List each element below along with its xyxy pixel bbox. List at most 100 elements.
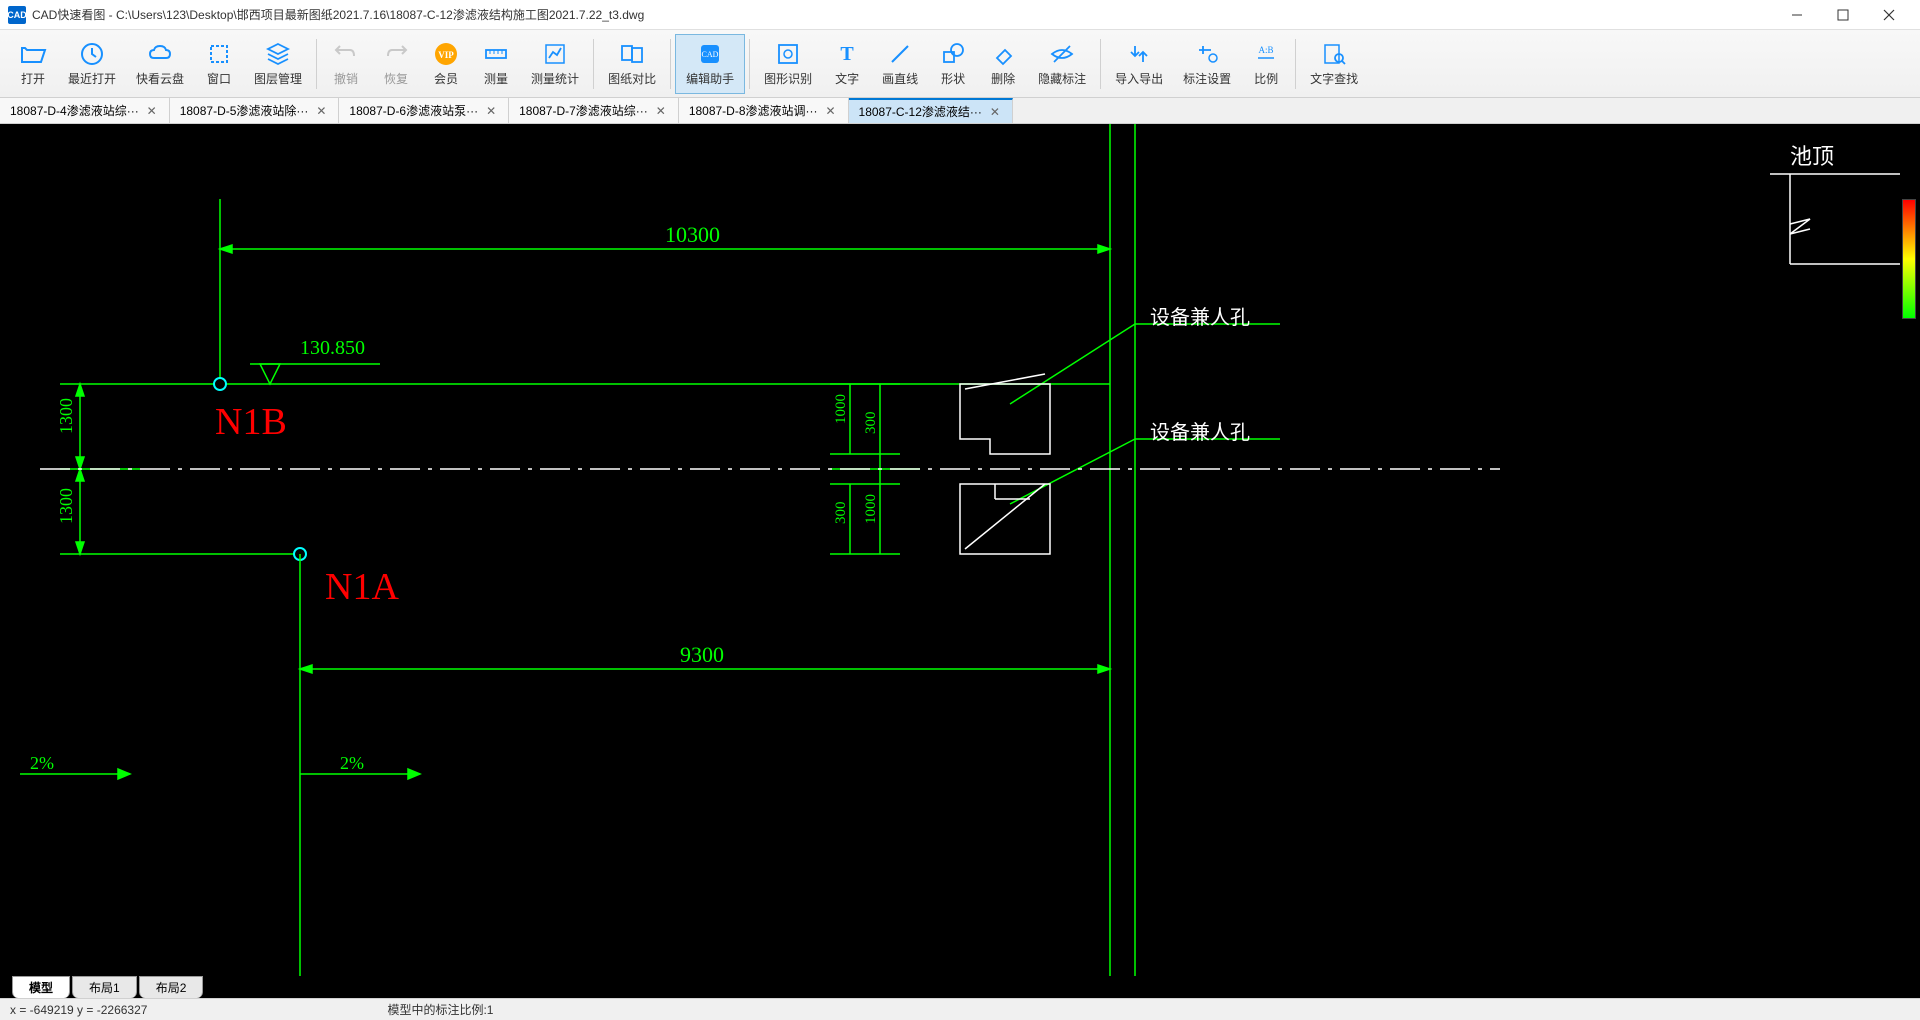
document-tab[interactable]: 18087-C-12渗滤液结···✕	[849, 98, 1013, 123]
close-icon[interactable]: ✕	[654, 104, 668, 118]
open-button[interactable]: 打开	[8, 34, 58, 94]
text-icon: T	[833, 40, 861, 68]
recent-button[interactable]: 最近打开	[58, 34, 126, 94]
line-icon	[886, 40, 914, 68]
svg-text:1000: 1000	[833, 394, 849, 424]
clock-icon	[78, 40, 106, 68]
find-icon	[1320, 40, 1348, 68]
hide-annotation-button[interactable]: 隐藏标注	[1028, 34, 1096, 94]
app-name: CAD快速看图	[32, 8, 105, 22]
svg-text:1300: 1300	[56, 398, 76, 434]
measure-button[interactable]: 测量	[471, 34, 521, 94]
document-tab[interactable]: 18087-D-4渗滤液站综···✕	[0, 98, 170, 123]
close-icon[interactable]: ✕	[484, 104, 498, 118]
svg-text:9300: 9300	[680, 642, 724, 667]
find-text-button[interactable]: 文字查找	[1300, 34, 1368, 94]
main-toolbar: 打开 最近打开 快看云盘 窗口 图层管理 撤销 恢复 VIP会员 测量 测量统计…	[0, 30, 1920, 98]
shape-button[interactable]: 形状	[928, 34, 978, 94]
cursor-coordinates: x = -649219 y = -2266327	[10, 1003, 147, 1017]
document-tab[interactable]: 18087-D-8渗滤液站调···✕	[679, 98, 849, 123]
svg-text:T: T	[840, 43, 854, 65]
text-button[interactable]: T文字	[822, 34, 872, 94]
delete-button[interactable]: 删除	[978, 34, 1028, 94]
shape-icon	[939, 40, 967, 68]
svg-text:2%: 2%	[340, 753, 364, 773]
svg-text:A:B: A:B	[1259, 45, 1274, 55]
import-export-icon	[1125, 40, 1153, 68]
folder-open-icon	[19, 40, 47, 68]
document-tabs: 18087-D-4渗滤液站综···✕ 18087-D-5渗滤液站除···✕ 18…	[0, 98, 1920, 124]
label-n1a: N1A	[325, 566, 399, 608]
color-scale-bar	[1902, 199, 1916, 319]
window-title: CAD快速看图 - C:\Users\123\Desktop\邯西项目最新图纸2…	[32, 6, 1774, 23]
undo-icon	[332, 40, 360, 68]
toolbar-separator	[316, 39, 317, 89]
drawing-canvas[interactable]: 10300 130.850 1300 1300	[0, 124, 1920, 976]
edit-helper-button[interactable]: CAD编辑助手	[675, 34, 745, 94]
vip-button[interactable]: VIP会员	[421, 34, 471, 94]
import-export-button[interactable]: 导入导出	[1105, 34, 1173, 94]
redo-icon	[382, 40, 410, 68]
svg-text:1300: 1300	[56, 488, 76, 524]
line-button[interactable]: 画直线	[872, 34, 928, 94]
cloud-button[interactable]: 快看云盘	[126, 34, 194, 94]
annotation-settings-button[interactable]: 标注设置	[1173, 34, 1241, 94]
window-controls	[1774, 0, 1912, 30]
svg-text:10300: 10300	[665, 222, 720, 247]
eraser-icon	[989, 40, 1017, 68]
titlebar: CAD CAD快速看图 - C:\Users\123\Desktop\邯西项目最…	[0, 0, 1920, 30]
window-icon	[205, 40, 233, 68]
window-button[interactable]: 窗口	[194, 34, 244, 94]
undo-button[interactable]: 撤销	[321, 34, 371, 94]
model-tab[interactable]: 模型	[12, 976, 70, 998]
layers-icon	[264, 40, 292, 68]
svg-text:CAD: CAD	[702, 50, 719, 59]
annotation-scale: 模型中的标注比例:1	[387, 1001, 493, 1018]
svg-text:1000: 1000	[863, 494, 879, 524]
status-bar: x = -649219 y = -2266327 模型中的标注比例:1	[0, 998, 1920, 1020]
svg-text:2%: 2%	[30, 753, 54, 773]
toolbar-separator	[670, 39, 671, 89]
close-icon[interactable]: ✕	[145, 104, 159, 118]
svg-text:130.850: 130.850	[300, 337, 365, 359]
redo-button[interactable]: 恢复	[371, 34, 421, 94]
layout2-tab[interactable]: 布局2	[139, 976, 204, 998]
eye-off-icon	[1048, 40, 1076, 68]
annotation-text: 设备兼人孔	[1150, 306, 1250, 329]
measure-stat-button[interactable]: 测量统计	[521, 34, 589, 94]
layout-tabs: 模型 布局1 布局2	[0, 976, 1920, 998]
document-tab[interactable]: 18087-D-5渗滤液站除···✕	[170, 98, 340, 123]
maximize-button[interactable]	[1820, 0, 1866, 30]
label-n1b: N1B	[215, 401, 287, 443]
cloud-icon	[146, 40, 174, 68]
recognize-button[interactable]: 图形识别	[754, 34, 822, 94]
settings-icon	[1193, 40, 1221, 68]
document-tab[interactable]: 18087-D-7渗滤液站综···✕	[509, 98, 679, 123]
toolbar-separator	[749, 39, 750, 89]
layers-button[interactable]: 图层管理	[244, 34, 312, 94]
svg-text:池顶: 池顶	[1790, 144, 1834, 169]
toolbar-separator	[1295, 39, 1296, 89]
close-icon[interactable]: ✕	[824, 104, 838, 118]
app-icon: CAD	[8, 6, 26, 24]
close-icon[interactable]: ✕	[988, 105, 1002, 119]
ratio-button[interactable]: A:B比例	[1241, 34, 1291, 94]
close-icon[interactable]: ✕	[314, 104, 328, 118]
svg-text:300: 300	[833, 502, 849, 525]
layout1-tab[interactable]: 布局1	[72, 976, 137, 998]
compare-button[interactable]: 图纸对比	[598, 34, 666, 94]
document-tab[interactable]: 18087-D-6渗滤液站泵···✕	[339, 98, 509, 123]
svg-text:300: 300	[863, 412, 879, 435]
ratio-icon: A:B	[1252, 40, 1280, 68]
chart-icon	[541, 40, 569, 68]
helper-icon: CAD	[696, 40, 724, 68]
minimize-button[interactable]	[1774, 0, 1820, 30]
vip-icon: VIP	[432, 40, 460, 68]
file-path: C:\Users\123\Desktop\邯西项目最新图纸2021.7.16\1…	[116, 8, 644, 22]
close-button[interactable]	[1866, 0, 1912, 30]
svg-text:VIP: VIP	[438, 50, 454, 60]
toolbar-separator	[593, 39, 594, 89]
recognize-icon	[774, 40, 802, 68]
annotation-text: 设备兼人孔	[1150, 421, 1250, 444]
toolbar-separator	[1100, 39, 1101, 89]
